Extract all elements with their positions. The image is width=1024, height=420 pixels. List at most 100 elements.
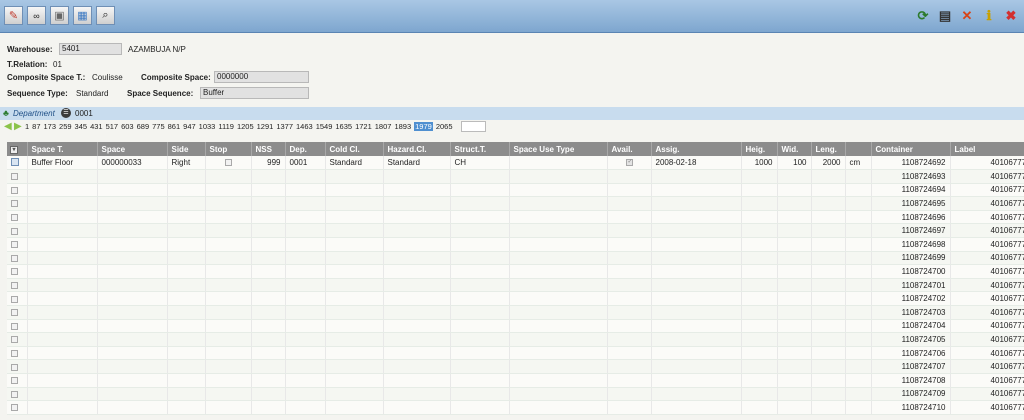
col-dep[interactable]: Dep. — [285, 142, 326, 156]
page-link[interactable]: 1463 — [296, 122, 313, 131]
next-page-icon[interactable]: ▶ — [14, 121, 22, 132]
cell-avail[interactable] — [607, 251, 652, 266]
cell-stop[interactable] — [205, 210, 252, 225]
row-select-checkbox[interactable] — [7, 319, 28, 334]
row-select-checkbox[interactable] — [7, 359, 28, 374]
col-container[interactable]: Container — [871, 142, 951, 156]
page-link[interactable]: 259 — [59, 122, 72, 131]
cell-avail[interactable] — [607, 237, 652, 252]
prev-page-icon[interactable]: ◀ — [4, 121, 12, 132]
page-link[interactable]: 1807 — [375, 122, 392, 131]
page-link[interactable]: 1721 — [355, 122, 372, 131]
row-select-checkbox[interactable] — [7, 346, 28, 361]
cell-stop[interactable] — [205, 196, 252, 211]
table-row[interactable]: 110872470740106777378 — [7, 359, 1024, 374]
page-link[interactable]: 1979 — [414, 122, 433, 131]
table-row[interactable]: 110872470340106777374 — [7, 305, 1024, 320]
space-sequence-field[interactable]: Buffer — [200, 87, 309, 99]
box-icon[interactable]: ▣ — [50, 6, 69, 25]
row-select-checkbox[interactable] — [7, 400, 28, 415]
col-side[interactable]: Side — [167, 142, 206, 156]
row-select-checkbox[interactable] — [7, 196, 28, 211]
close-icon[interactable]: ✖ — [1002, 7, 1020, 25]
layout-icon[interactable]: ▦ — [73, 6, 92, 25]
col-leng[interactable]: Leng. — [811, 142, 846, 156]
col-wid[interactable]: Wid. — [777, 142, 812, 156]
cell-stop[interactable] — [205, 346, 252, 361]
cell-avail[interactable] — [607, 291, 652, 307]
cell-stop[interactable] — [205, 183, 252, 198]
col-space[interactable]: Space — [97, 142, 168, 156]
database-icon[interactable]: ☰ — [61, 108, 71, 118]
cell-avail[interactable] — [607, 305, 652, 320]
row-select-checkbox[interactable] — [7, 278, 28, 293]
row-select-checkbox[interactable] — [7, 237, 28, 252]
col-cold[interactable]: Cold Cl. — [325, 142, 384, 156]
cell-avail[interactable] — [607, 169, 652, 184]
table-row[interactable]: 110872470540106777376 — [7, 332, 1024, 347]
cell-avail[interactable] — [607, 264, 652, 279]
cell-stop[interactable] — [205, 305, 252, 320]
page-link[interactable]: 1893 — [394, 122, 411, 131]
page-link[interactable]: 603 — [121, 122, 134, 131]
cell-stop[interactable] — [205, 264, 252, 279]
page-link[interactable]: 1119 — [218, 122, 234, 131]
col-nss[interactable]: NSS — [251, 142, 286, 156]
table-row[interactable]: 110872470140106777372 — [7, 278, 1024, 293]
col-struct[interactable]: Struct.T. — [450, 142, 510, 156]
cell-avail[interactable] — [607, 278, 652, 293]
table-row[interactable]: 110872469540106777366 — [7, 196, 1024, 211]
table-row[interactable]: 110872469640106777367 — [7, 210, 1024, 225]
warehouse-field[interactable]: 5401 — [59, 43, 122, 55]
row-select-checkbox[interactable] — [7, 251, 28, 266]
cell-stop[interactable] — [205, 319, 252, 334]
refresh-icon[interactable]: ⟳ — [914, 7, 932, 25]
table-row[interactable]: 110872470040106777371 — [7, 264, 1024, 279]
cancel-x-icon[interactable]: ✕ — [958, 7, 976, 25]
row-select-checkbox[interactable] — [7, 305, 28, 320]
cell-avail[interactable] — [607, 156, 652, 171]
page-link[interactable]: 2065 — [436, 122, 453, 131]
print-icon[interactable]: ▤ — [936, 7, 954, 25]
cell-stop[interactable] — [205, 387, 252, 402]
row-select-checkbox[interactable] — [7, 264, 28, 279]
col-space-use-type[interactable]: Space Use Type — [509, 142, 608, 156]
row-select-checkbox[interactable] — [7, 210, 28, 225]
col-heig[interactable]: Heig. — [741, 142, 778, 156]
table-row[interactable]: 110872470440106777375 — [7, 319, 1024, 334]
col-avail[interactable]: Avail. — [607, 142, 652, 156]
cell-stop[interactable] — [205, 373, 252, 388]
cell-avail[interactable] — [607, 359, 652, 374]
table-row[interactable]: 110872470240106777373 — [7, 291, 1024, 307]
page-link[interactable]: 1033 — [199, 122, 216, 131]
page-link[interactable]: 947 — [183, 122, 196, 131]
cell-stop[interactable] — [205, 237, 252, 252]
cell-avail[interactable] — [607, 400, 652, 415]
composite-space-field[interactable]: 0000000 — [214, 71, 309, 83]
cell-avail[interactable] — [607, 183, 652, 198]
cell-stop[interactable] — [205, 223, 252, 239]
page-link[interactable]: 1377 — [276, 122, 293, 131]
table-row[interactable]: 110872469840106777369 — [7, 237, 1024, 252]
page-link[interactable]: 1205 — [237, 122, 254, 131]
table-row[interactable]: 110872470640106777377 — [7, 346, 1024, 361]
col-stop[interactable]: Stop — [205, 142, 252, 156]
cell-avail[interactable] — [607, 332, 652, 347]
row-select-checkbox[interactable] — [7, 332, 28, 347]
cell-avail[interactable] — [607, 210, 652, 225]
cell-stop[interactable] — [205, 359, 252, 374]
col-label[interactable]: Label — [950, 142, 1024, 156]
cell-stop[interactable] — [205, 332, 252, 347]
table-row[interactable]: 110872470940106777380 — [7, 387, 1024, 402]
cell-avail[interactable] — [607, 387, 652, 402]
page-link[interactable]: 431 — [90, 122, 103, 131]
page-goto-input[interactable] — [461, 121, 486, 132]
page-link[interactable]: 775 — [152, 122, 165, 131]
cell-stop[interactable] — [205, 156, 252, 171]
cell-avail[interactable] — [607, 196, 652, 211]
page-link[interactable]: 1635 — [335, 122, 352, 131]
page-link[interactable]: 1549 — [316, 122, 333, 131]
table-row[interactable]: Buffer Floor 000000033 Right 999 0001 Standar… — [7, 156, 1024, 171]
cell-stop[interactable] — [205, 291, 252, 307]
col-hazard[interactable]: Hazard.Cl. — [383, 142, 451, 156]
